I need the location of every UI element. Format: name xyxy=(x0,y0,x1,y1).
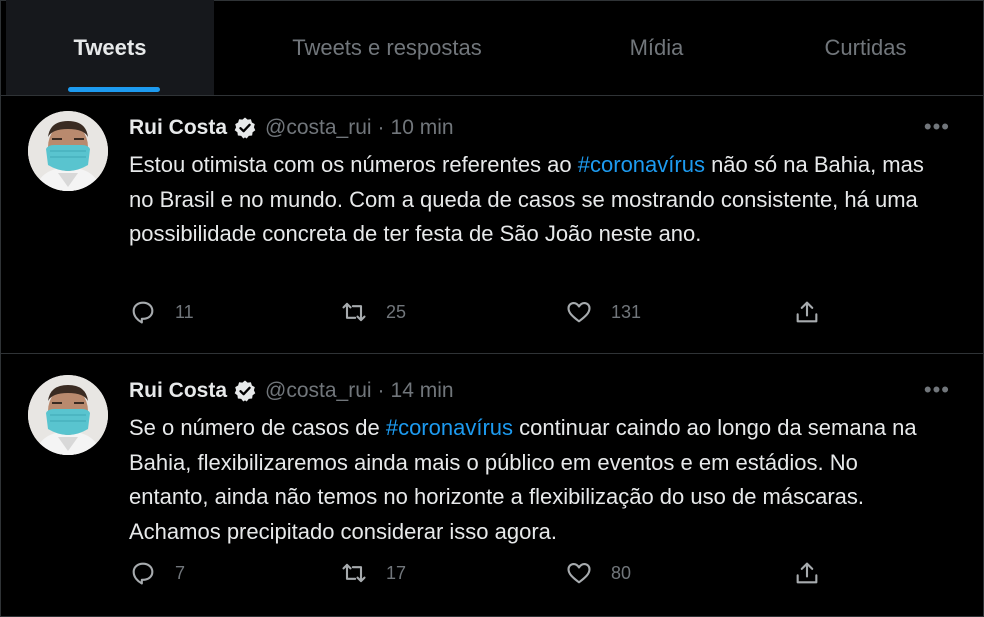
tab-tweets-e-respostas-label: Tweets e respostas xyxy=(292,34,482,60)
tweet[interactable]: Rui Costa @costa_rui · 10 min ••• Estou … xyxy=(0,96,984,354)
separator-dot: · xyxy=(377,379,385,402)
tweet-text: Se o número de casos de #coronavírus con… xyxy=(129,411,929,549)
tweet-timestamp[interactable]: 10 min xyxy=(391,116,454,140)
separator-dot: · xyxy=(377,116,385,139)
like-button[interactable]: 80 xyxy=(565,559,631,587)
reply-button[interactable]: 7 xyxy=(129,559,185,587)
profile-tabs: Tweets Tweets e respostas Mídia Curtidas xyxy=(0,0,984,96)
tweet-text-part: Se o número de casos de xyxy=(129,415,386,440)
tab-tweets-label: Tweets xyxy=(73,34,147,60)
tweet-text-part: Estou otimista com os números referentes… xyxy=(129,152,578,177)
author-name[interactable]: Rui Costa xyxy=(129,116,227,140)
retweet-count: 17 xyxy=(386,562,407,583)
tweet-timestamp[interactable]: 14 min xyxy=(391,379,454,403)
tweet[interactable]: Rui Costa @costa_rui · 14 min ••• Se o n… xyxy=(0,354,984,617)
avatar-image xyxy=(28,111,108,191)
author-name[interactable]: Rui Costa xyxy=(129,379,227,403)
verified-badge-icon xyxy=(234,380,256,402)
verified-badge-icon xyxy=(234,117,256,139)
author-handle[interactable]: @costa_rui xyxy=(265,379,372,403)
tab-tweets[interactable]: Tweets xyxy=(6,0,214,95)
tab-curtidas[interactable]: Curtidas xyxy=(753,0,978,95)
retweet-button[interactable]: 17 xyxy=(340,559,406,587)
share-button[interactable] xyxy=(793,559,821,587)
reply-icon xyxy=(132,301,154,324)
author-handle[interactable]: @costa_rui xyxy=(265,116,372,140)
tweet-actions: 11 25 131 xyxy=(0,298,984,338)
reply-count: 11 xyxy=(175,301,194,322)
share-icon xyxy=(796,562,818,584)
tab-tweets-e-respostas[interactable]: Tweets e respostas xyxy=(214,0,560,95)
more-dots-icon[interactable]: ••• xyxy=(924,114,950,140)
more-dots-icon[interactable]: ••• xyxy=(924,377,950,403)
hashtag-link[interactable]: #coronavírus xyxy=(386,415,513,440)
retweet-icon xyxy=(342,302,366,322)
like-count: 80 xyxy=(611,562,632,583)
retweet-count: 25 xyxy=(386,301,407,322)
avatar-image xyxy=(28,375,108,455)
heart-icon xyxy=(567,562,591,584)
avatar[interactable] xyxy=(28,375,108,455)
tab-midia-label: Mídia xyxy=(629,34,684,60)
heart-icon xyxy=(567,301,591,323)
active-tab-indicator xyxy=(68,87,160,92)
tweet-header: Rui Costa @costa_rui · 14 min xyxy=(129,379,454,403)
retweet-button[interactable]: 25 xyxy=(340,298,406,326)
tab-midia[interactable]: Mídia xyxy=(560,0,753,95)
hashtag-link[interactable]: #coronavírus xyxy=(578,152,705,177)
like-button[interactable]: 131 xyxy=(565,298,641,326)
tweet-header: Rui Costa @costa_rui · 10 min xyxy=(129,116,454,140)
tab-curtidas-label: Curtidas xyxy=(824,34,907,60)
tweet-text: Estou otimista com os números referentes… xyxy=(129,148,929,252)
share-icon xyxy=(796,301,818,323)
tweet-actions: 7 17 80 xyxy=(0,559,984,599)
avatar[interactable] xyxy=(28,111,108,191)
retweet-icon xyxy=(342,563,366,583)
reply-count: 7 xyxy=(175,562,186,583)
share-button[interactable] xyxy=(793,298,821,326)
like-count: 131 xyxy=(611,301,642,322)
reply-button[interactable]: 11 xyxy=(129,298,194,326)
reply-icon xyxy=(132,562,154,585)
